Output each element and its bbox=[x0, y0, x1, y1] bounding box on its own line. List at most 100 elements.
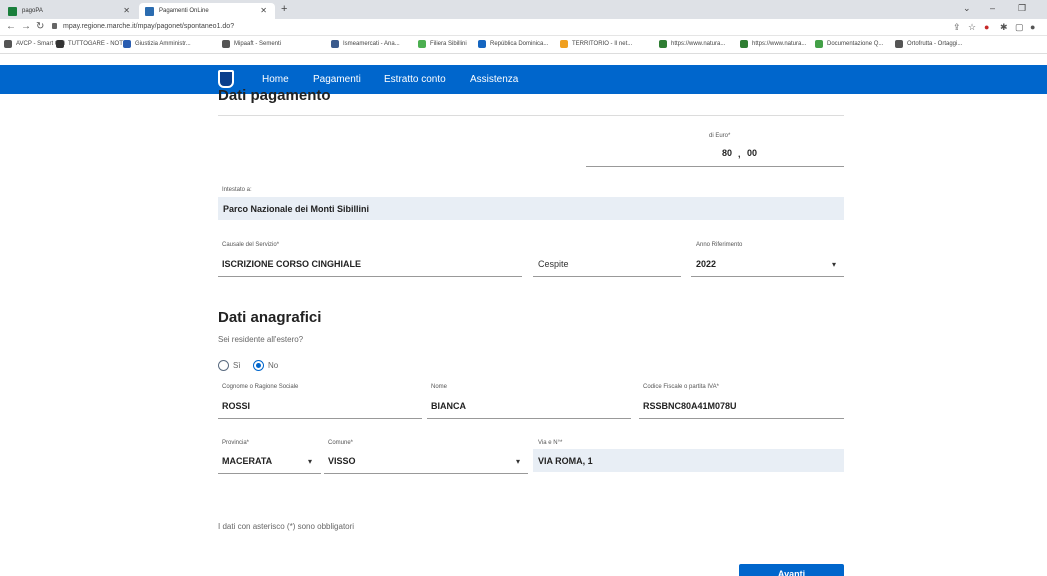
share-icon[interactable]: ⇪ bbox=[953, 22, 961, 33]
bookmark-favicon-icon bbox=[222, 40, 230, 48]
amount-label: di Euro* bbox=[709, 133, 731, 139]
divider bbox=[218, 115, 844, 116]
next-button[interactable]: Avanti bbox=[739, 564, 844, 576]
nome-field[interactable]: BIANCA bbox=[431, 401, 466, 411]
bookmark-item[interactable]: Ismeamercati - Ana... bbox=[331, 40, 400, 48]
radio-si-label: Sì bbox=[233, 361, 241, 370]
bookmark-favicon-icon bbox=[123, 40, 131, 48]
chevron-down-icon[interactable]: ▾ bbox=[832, 260, 836, 269]
bookmark-item[interactable]: Giustizia Amministr... bbox=[123, 40, 191, 48]
amount-integer-field[interactable]: 80 bbox=[722, 148, 732, 158]
chevron-down-icon[interactable]: ▾ bbox=[308, 457, 312, 466]
cognome-underline bbox=[218, 418, 422, 419]
radio-no-label: No bbox=[268, 361, 279, 370]
bookmark-label: https://www.natura... bbox=[752, 41, 807, 47]
url-field[interactable]: mpay.regione.marche.it/mpay/pagonet/spon… bbox=[52, 23, 234, 30]
bookmark-item[interactable]: Ortofrutta - Ortaggi... bbox=[895, 40, 962, 48]
bookmarks-bar: AVCP - Smart CIG TUTTOGARE - NOTI... Giust… bbox=[0, 36, 1047, 54]
tab-search-chevron-icon[interactable]: ⌄ bbox=[963, 3, 971, 14]
comune-select[interactable]: VISSO bbox=[328, 456, 356, 466]
via-label: Via e N°* bbox=[538, 440, 563, 446]
bookmark-item[interactable]: TERRITORIO - Il net... bbox=[560, 40, 632, 48]
required-note: I dati con asterisco (*) sono obbligator… bbox=[218, 522, 355, 531]
bookmark-label: Mipaaft - Sementi bbox=[234, 41, 282, 47]
restore-icon[interactable]: ❐ bbox=[1018, 3, 1026, 14]
causale-underline bbox=[218, 276, 522, 277]
via-value: VIA ROMA, 1 bbox=[538, 456, 593, 466]
new-tab-button[interactable]: + bbox=[281, 3, 287, 15]
bookmark-label: Documentazione Q... bbox=[827, 41, 884, 47]
holder-field: Parco Nazionale dei Monti Sibillini bbox=[218, 197, 844, 220]
cognome-label: Cognome o Ragione Sociale bbox=[222, 384, 299, 390]
reload-icon[interactable]: ↻ bbox=[36, 21, 44, 32]
star-bookmark-icon[interactable]: ☆ bbox=[968, 22, 976, 33]
amount-decimal-field[interactable]: 00 bbox=[747, 148, 757, 158]
bookmark-favicon-icon bbox=[560, 40, 568, 48]
bookmark-item[interactable]: República Dominica... bbox=[478, 40, 548, 48]
anno-label: Anno Riferimento bbox=[696, 242, 743, 248]
nome-underline bbox=[427, 418, 631, 419]
section-title-dati-anagrafici: Dati anagrafici bbox=[218, 309, 322, 326]
anno-underline bbox=[691, 276, 844, 277]
resident-question: Sei residente all'estero? bbox=[218, 335, 304, 344]
back-arrow-icon[interactable]: ← bbox=[6, 21, 16, 32]
lock-icon bbox=[52, 23, 57, 29]
address-bar: ← → ↻ mpay.regione.marche.it/mpay/pagone… bbox=[0, 19, 1047, 36]
extensions-puzzle-icon[interactable]: ✱ bbox=[1000, 22, 1008, 33]
bookmark-favicon-icon bbox=[56, 40, 64, 48]
causale-field[interactable]: ISCRIZIONE CORSO CINGHIALE bbox=[222, 259, 361, 269]
provincia-underline bbox=[218, 473, 321, 474]
bookmark-item[interactable]: Documentazione Q... bbox=[815, 40, 883, 48]
bookmark-favicon-icon bbox=[418, 40, 426, 48]
bookmark-label: TUTTOGARE - NOTI... bbox=[68, 41, 130, 47]
holder-value: Parco Nazionale dei Monti Sibillini bbox=[223, 204, 370, 214]
minimize-icon[interactable]: – bbox=[990, 3, 995, 13]
nav-assistenza[interactable]: Assistenza bbox=[470, 74, 518, 85]
amount-underline bbox=[586, 166, 844, 167]
bookmark-favicon-icon bbox=[4, 40, 12, 48]
bookmark-label: Filiera Sibillini bbox=[430, 41, 467, 47]
bookmark-label: https://www.natura... bbox=[671, 41, 726, 47]
extension-shield-icon[interactable]: ● bbox=[984, 22, 989, 32]
provincia-label: Provincia* bbox=[222, 440, 250, 446]
tab-pagamenti-online[interactable]: Pagamenti OnLine ✕ bbox=[139, 3, 275, 19]
section-title-dati-pagamento: Dati pagamento bbox=[218, 87, 331, 104]
app-navbar: Home Pagamenti Estratto conto Assistenza bbox=[0, 65, 1047, 94]
via-field[interactable]: VIA ROMA, 1 bbox=[533, 449, 844, 472]
regione-marche-logo-icon[interactable] bbox=[218, 70, 234, 88]
bookmark-favicon-icon bbox=[740, 40, 748, 48]
close-tab-icon[interactable]: ✕ bbox=[260, 6, 267, 15]
cf-underline bbox=[639, 418, 844, 419]
cf-field[interactable]: RSSBNC80A41M078U bbox=[643, 401, 737, 411]
provincia-select[interactable]: MACERATA bbox=[222, 456, 272, 466]
causale-label: Causale del Servizio* bbox=[222, 242, 280, 248]
bookmark-label: Ismeamercati - Ana... bbox=[343, 41, 400, 47]
sidebar-icon[interactable]: ▢ bbox=[1015, 22, 1024, 33]
radio-no[interactable] bbox=[253, 360, 264, 371]
nav-pagamenti[interactable]: Pagamenti bbox=[313, 74, 361, 85]
nome-label: Nome bbox=[431, 384, 448, 390]
url-text: mpay.regione.marche.it/mpay/pagonet/spon… bbox=[63, 23, 235, 30]
bookmark-favicon-icon bbox=[331, 40, 339, 48]
close-tab-icon[interactable]: ✕ bbox=[123, 6, 130, 15]
bookmark-label: Giustizia Amministr... bbox=[135, 41, 191, 47]
bookmark-item[interactable]: https://www.natura... bbox=[659, 40, 725, 48]
bookmark-item[interactable]: Mipaaft - Sementi bbox=[222, 40, 281, 48]
pagopa-favicon-icon bbox=[8, 6, 17, 16]
bookmark-item[interactable]: TUTTOGARE - NOTI... bbox=[56, 40, 130, 48]
cf-label: Codice Fiscale o partita IVA* bbox=[643, 384, 719, 390]
radio-si[interactable] bbox=[218, 360, 229, 371]
bookmark-item[interactable]: https://www.natura... bbox=[740, 40, 806, 48]
chevron-down-icon[interactable]: ▾ bbox=[516, 457, 520, 466]
cognome-field[interactable]: ROSSI bbox=[222, 401, 250, 411]
anno-select[interactable]: 2022 bbox=[696, 259, 716, 269]
cespite-field[interactable]: Cespite bbox=[538, 259, 569, 269]
profile-avatar-icon[interactable]: ● bbox=[1030, 22, 1035, 32]
tab-pagopa[interactable]: pagoPA ✕ bbox=[2, 3, 138, 19]
nav-estratto-conto[interactable]: Estratto conto bbox=[384, 74, 446, 85]
nav-home[interactable]: Home bbox=[262, 74, 289, 85]
bookmark-item[interactable]: Filiera Sibillini bbox=[418, 40, 467, 48]
regione-favicon-icon bbox=[145, 6, 154, 16]
bookmark-label: Ortofrutta - Ortaggi... bbox=[907, 41, 963, 47]
forward-arrow-icon[interactable]: → bbox=[21, 21, 31, 32]
